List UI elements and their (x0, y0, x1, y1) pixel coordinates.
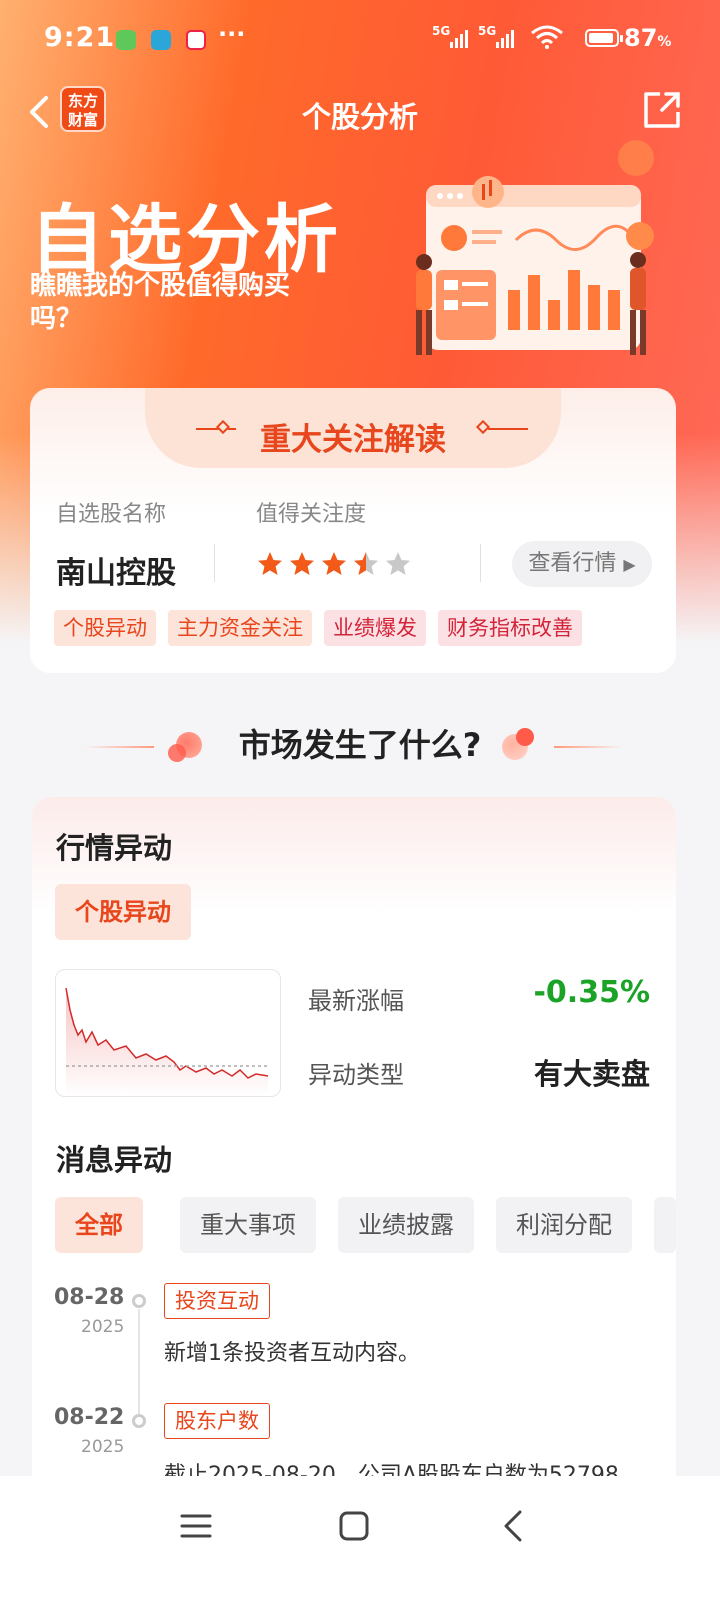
news-date: 08-22 (54, 1405, 125, 1430)
divider (214, 544, 215, 582)
more-notifications-icon: ··· (218, 20, 246, 48)
share-icon[interactable] (640, 88, 684, 132)
latest-change-label: 最新涨幅 (308, 987, 404, 1015)
star-icon (258, 552, 282, 575)
star-icon (290, 552, 314, 575)
tag-item: 财务指标改善 (438, 610, 582, 646)
system-nav-bar (0, 1476, 720, 1600)
intraday-sparkline[interactable] (55, 969, 281, 1097)
home-icon[interactable] (334, 1506, 374, 1546)
heading-decoration-right (554, 746, 624, 748)
signal-label-1: 5G (432, 24, 451, 38)
focus-title: 重大关注解读 (260, 422, 446, 458)
filter-major-events[interactable]: 重大事项 (180, 1197, 316, 1253)
market-title: 行情异动 (56, 831, 173, 865)
status-bar: 9:21 ··· 5G 5G 87% (0, 0, 720, 78)
tag-list: 个股异动 主力资金关注 业绩爆发 财务指标改善 (54, 610, 594, 646)
cell-signal-icon (450, 30, 468, 48)
anomaly-type-value: 有大卖盘 (533, 1057, 650, 1091)
news-date: 08-28 (54, 1285, 125, 1310)
back-icon[interactable] (494, 1506, 534, 1546)
news-app-icon (186, 30, 206, 50)
focus-card: 重大关注解读 自选股名称 值得关注度 南山控股 查看行情 ▶ 个股异动 主力资金关… (30, 388, 676, 673)
news-year: 2025 (81, 1437, 125, 1457)
anomaly-type-label: 异动类型 (308, 1061, 404, 1089)
view-quote-button[interactable]: 查看行情 ▶ (512, 541, 652, 587)
view-quote-label: 查看行情 (528, 551, 617, 576)
market-card: 行情异动 个股异动 最新涨幅 -0.35% 异动类型 有大卖盘 消息异动 全部 … (32, 797, 676, 1517)
tag-item: 业绩爆发 (324, 610, 426, 646)
battery-icon (585, 29, 623, 47)
filter-dividends[interactable]: 利润分配 (496, 1197, 632, 1253)
timeline-line (138, 1309, 140, 1419)
news-tag: 股东户数 (164, 1403, 270, 1439)
divider (480, 544, 481, 582)
menu-icon[interactable] (176, 1506, 216, 1546)
page-title: 个股分析 (301, 100, 418, 134)
wechat-icon (116, 30, 136, 50)
status-time: 9:21 (44, 22, 116, 53)
signal-label-2: 5G (478, 24, 497, 38)
filter-more[interactable] (654, 1197, 676, 1253)
bubble-icon (516, 728, 534, 746)
news-year: 2025 (81, 1317, 125, 1337)
news-tag: 投资互动 (164, 1283, 270, 1319)
banner-subtitle: 瞧瞧我的个股值得购买吗？ (30, 271, 291, 334)
chip-stock-anomaly[interactable]: 个股异动 (55, 884, 191, 940)
battery-percent: 87% (624, 24, 672, 52)
wifi-icon (531, 25, 563, 49)
cell-signal-icon-2 (496, 30, 514, 48)
star-icon (386, 552, 410, 575)
stock-name-label: 自选股名称 (56, 502, 167, 527)
app-cube-icon (151, 30, 171, 50)
stock-name: 南山控股 (56, 556, 176, 591)
attention-label: 值得关注度 (256, 502, 367, 527)
news-title: 消息异动 (56, 1143, 173, 1177)
caret-right-icon: ▶ (623, 555, 636, 574)
star-icon (322, 552, 346, 575)
filter-all[interactable]: 全部 (55, 1197, 143, 1253)
section-heading: 市场发生了什么? (238, 726, 482, 764)
filter-earnings[interactable]: 业绩披露 (338, 1197, 474, 1253)
analysis-illustration (416, 140, 654, 355)
news-text[interactable]: 新增1条投资者互动内容。 (164, 1335, 420, 1367)
tag-item: 个股异动 (54, 610, 156, 646)
latest-change-value: -0.35% (533, 975, 650, 1010)
timeline-dot (132, 1414, 146, 1428)
star-icon (354, 552, 378, 575)
timeline-dot (132, 1294, 146, 1308)
tag-item: 主力资金关注 (168, 610, 312, 646)
attention-rating (256, 550, 416, 578)
